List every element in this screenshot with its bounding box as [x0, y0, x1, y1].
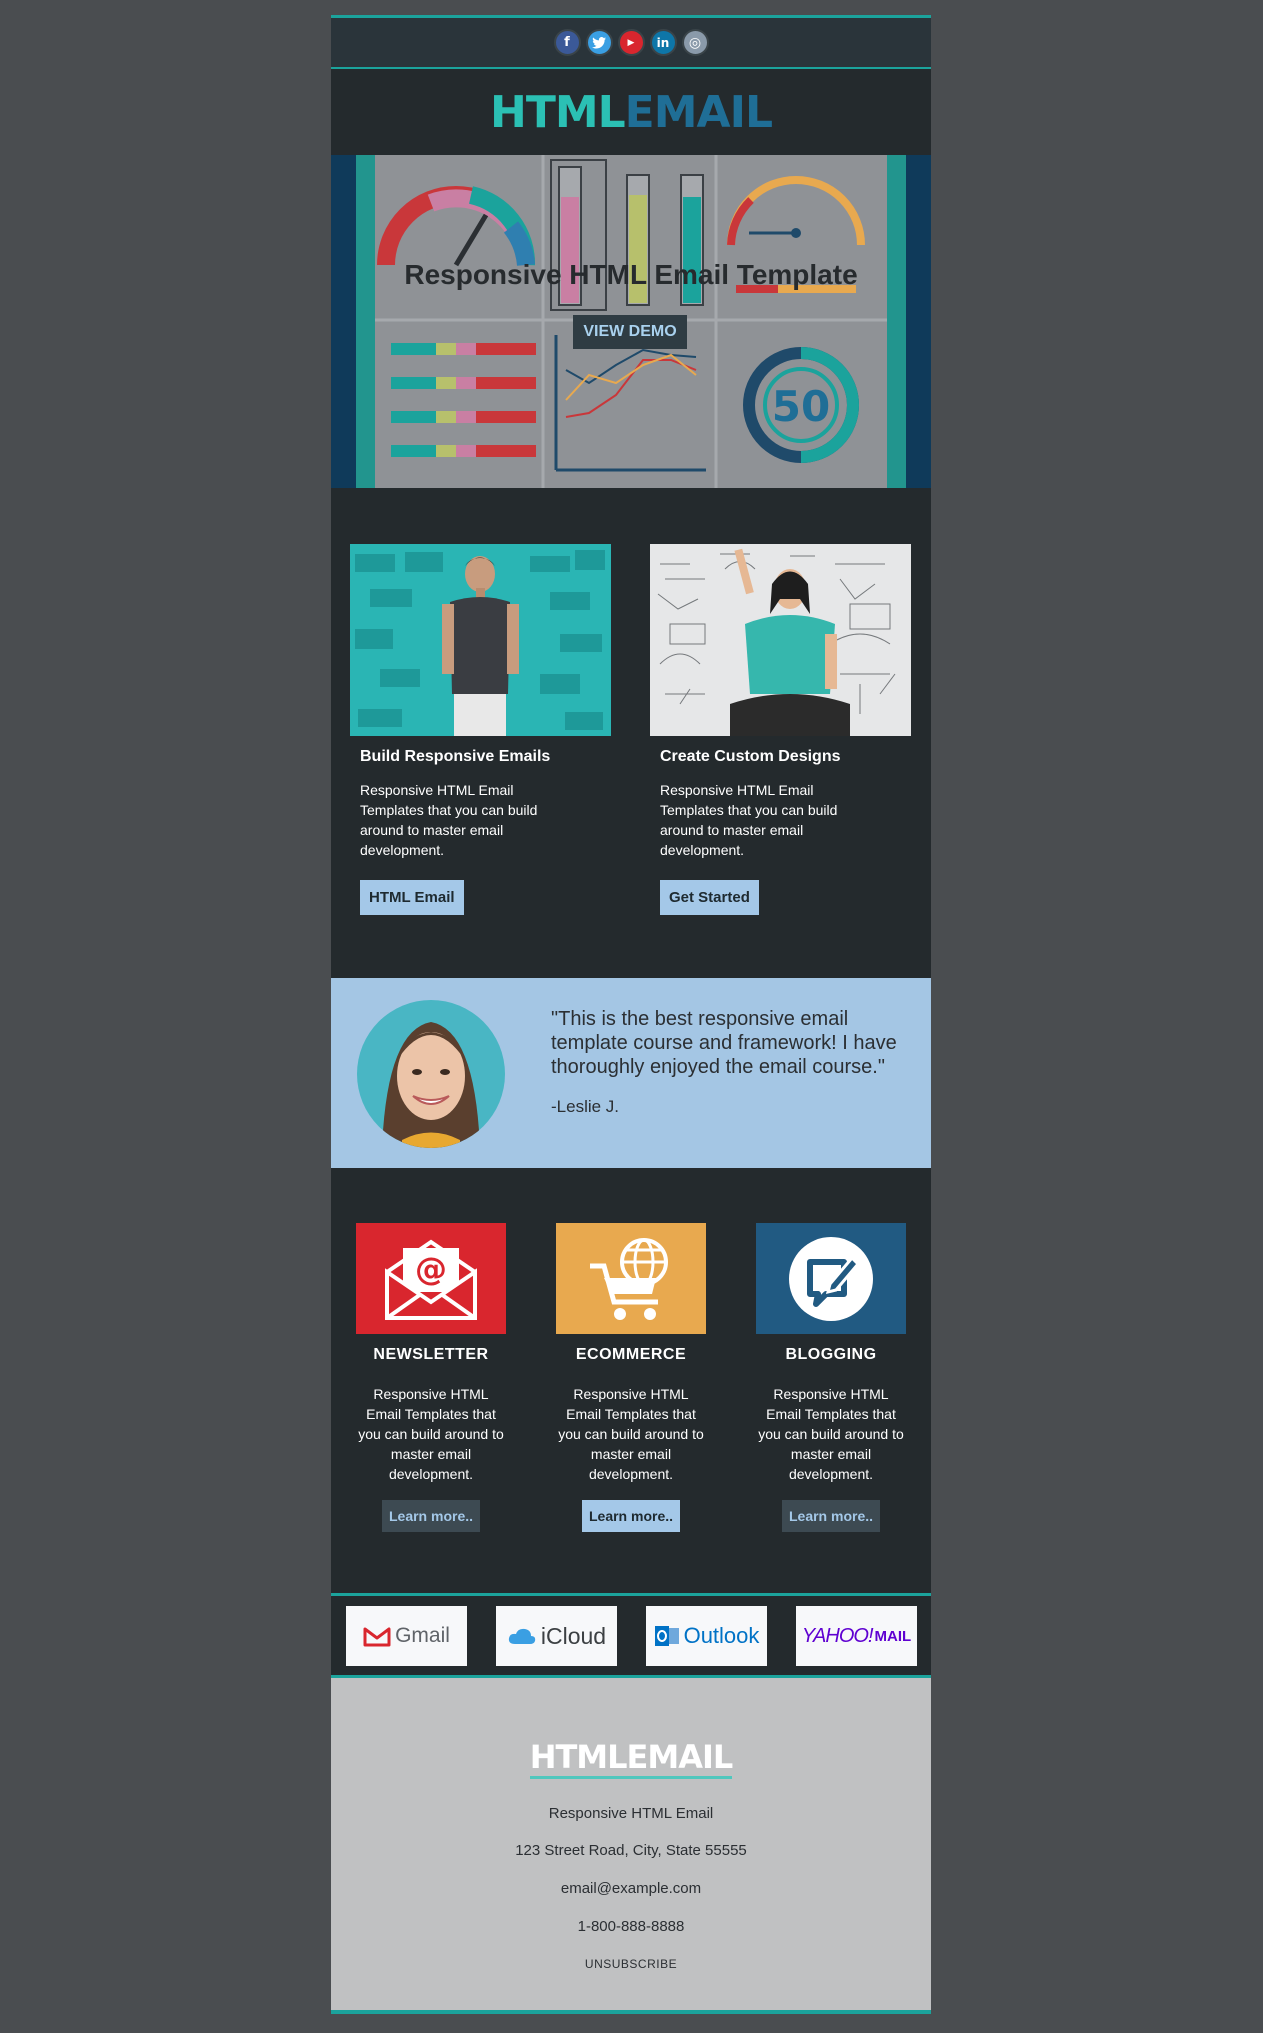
email-container: f ▶ in ◎ HTMLEMAIL 50 Responsive HTML Em…: [331, 15, 931, 2014]
feature-title: BLOGGING: [785, 1346, 877, 1363]
linkedin-icon[interactable]: in: [649, 29, 677, 56]
testimonial-quote: "This is the best responsive email templ…: [551, 1008, 897, 1078]
logo[interactable]: HTMLEMAIL: [490, 87, 773, 138]
email-clients-bar: Gmail iCloud Outlook YAHOO! MAIL: [331, 1593, 931, 1678]
feature-text: Responsive HTML Email Templates that you…: [758, 1386, 904, 1482]
testimonial-avatar: [357, 1000, 505, 1148]
hero-title: Responsive HTML Email Template: [404, 259, 858, 290]
feature-text: Responsive HTML Email Templates that you…: [358, 1386, 504, 1482]
testimonial-section: "This is the best responsive email templ…: [331, 978, 931, 1168]
view-demo-button[interactable]: VIEW DEMO: [573, 315, 687, 349]
chat-pen-icon: [756, 1223, 906, 1334]
social-bar: f ▶ in ◎: [331, 15, 931, 69]
footer-address: 123 Street Road, City, State 55555: [515, 1842, 747, 1859]
learn-more-button[interactable]: Learn more..: [381, 1500, 481, 1532]
unsubscribe-link[interactable]: UNSUBSCRIBE: [331, 1957, 931, 1971]
gmail-icon: [363, 1627, 391, 1647]
cloud-icon: [508, 1628, 536, 1644]
gmail-logo[interactable]: Gmail: [346, 1606, 467, 1666]
feature-newsletter: @ NEWSLETTER Responsive HTML Email Templ…: [356, 1223, 506, 1532]
outlook-icon: [654, 1626, 679, 1646]
twitter-icon[interactable]: [585, 29, 613, 56]
learn-more-button[interactable]: Learn more..: [581, 1500, 681, 1532]
feature-ecommerce: ECOMMERCE Responsive HTML Email Template…: [556, 1223, 706, 1532]
hero-banner: 50 Responsive HTML Email Template VIEW D…: [331, 155, 931, 488]
youtube-icon[interactable]: ▶: [617, 29, 645, 56]
outlook-logo[interactable]: Outlook: [646, 1606, 767, 1666]
gauge-number: 50: [772, 382, 830, 431]
testimonial-author: -Leslie J.: [551, 1097, 620, 1116]
card-text: Responsive HTML Email Templates that you…: [360, 782, 538, 858]
woman-whiteboard-photo: [650, 544, 911, 736]
icloud-logo[interactable]: iCloud: [496, 1606, 617, 1666]
feature-text: Responsive HTML Email Templates that you…: [558, 1386, 704, 1482]
card-title: Build Responsive Emails: [360, 748, 551, 765]
card-title: Create Custom Designs: [660, 748, 841, 765]
learn-more-button[interactable]: Learn more..: [781, 1500, 881, 1532]
footer-logo[interactable]: HTMLEMAIL: [331, 1738, 931, 1779]
footer-company: Responsive HTML Email: [548, 1805, 714, 1822]
svg-text:@: @: [415, 1250, 447, 1288]
email-at-icon: @: [356, 1223, 506, 1334]
feature-title: ECOMMERCE: [575, 1346, 687, 1363]
instagram-icon[interactable]: ◎: [681, 29, 709, 56]
three-column-section: @ NEWSLETTER Responsive HTML Email Templ…: [331, 1168, 931, 1593]
card-text: Responsive HTML Email Templates that you…: [660, 782, 838, 858]
feature-blogging: BLOGGING Responsive HTML Email Templates…: [756, 1223, 906, 1532]
cart-globe-icon: [556, 1223, 706, 1334]
yahoo-mail-logo[interactable]: YAHOO! MAIL: [796, 1606, 917, 1666]
feature-card-custom: Create Custom Designs Responsive HTML Em…: [650, 544, 911, 915]
man-photo: [350, 544, 611, 736]
get-started-button[interactable]: Get Started: [660, 880, 759, 915]
two-column-section: Build Responsive Emails Responsive HTML …: [331, 488, 931, 978]
footer-phone[interactable]: 1-800-888-8888: [331, 1918, 931, 1935]
feature-card-build: Build Responsive Emails Responsive HTML …: [350, 544, 611, 915]
feature-title: NEWSLETTER: [373, 1346, 489, 1363]
footer-email[interactable]: email@example.com: [331, 1880, 931, 1897]
header-logo-bar: HTMLEMAIL: [331, 69, 931, 155]
footer: HTMLEMAIL Responsive HTML Email 123 Stre…: [331, 1678, 931, 2014]
facebook-icon[interactable]: f: [553, 29, 581, 56]
html-email-button[interactable]: HTML Email: [360, 880, 464, 915]
